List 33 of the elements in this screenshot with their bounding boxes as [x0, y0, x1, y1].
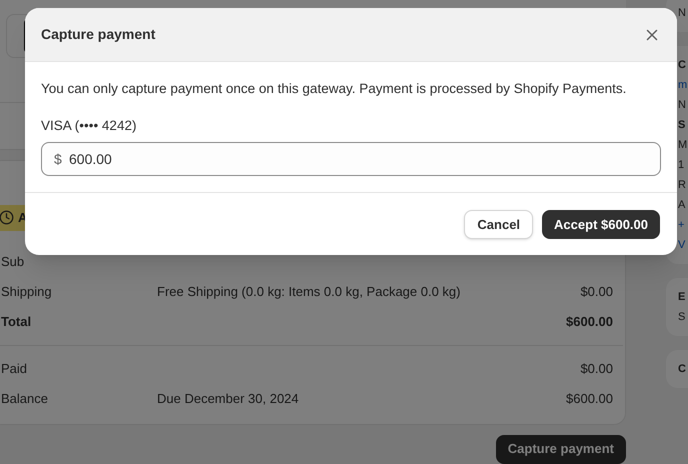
side-card-text: C [678, 58, 687, 73]
side-card-text: N [678, 98, 687, 113]
summary-label: Total [1, 312, 32, 331]
side-card-text: E [678, 290, 686, 305]
clock-icon [0, 210, 14, 226]
side-card-text: 1 [678, 158, 686, 173]
summary-label: Sub [1, 252, 26, 271]
accept-button[interactable]: Accept $600.00 [542, 210, 660, 239]
summary-amount: $0.00 [580, 282, 613, 301]
currency-symbol: $ [54, 150, 62, 168]
payment-amount: $600.00 [566, 390, 613, 408]
side-card-text: V [678, 238, 686, 253]
capture-payment-button[interactable]: Capture payment [496, 434, 626, 464]
side-card-text: R [678, 178, 687, 193]
card-label: VISA (•••• 4242) [41, 117, 138, 135]
side-card-text: S [678, 310, 686, 325]
side-card-text: M [678, 138, 688, 153]
dialog-message: You can only capture payment once on this gateway. Payment is processed by Shopify Payments. [41, 80, 628, 98]
side-card-text: + [678, 218, 686, 233]
side-card-text: A [678, 198, 686, 213]
payment-detail: Due December 30, 2024 [157, 390, 299, 406]
summary-amount: $600.00 [566, 312, 613, 331]
dialog-title: Capture payment [41, 25, 156, 44]
payment-amount: $0.00 [580, 360, 613, 378]
payment-label: Balance [1, 390, 49, 408]
summary-detail: Free Shipping (0.0 kg: Items 0.0 kg, Package 0.0 kg) [157, 282, 462, 301]
side-card-text: N [678, 6, 687, 21]
side-card-text: m [678, 78, 688, 93]
cancel-button[interactable]: Cancel [464, 210, 534, 239]
payment-label: Paid [1, 360, 28, 378]
side-card-text: C [678, 362, 687, 377]
summary-label: Shipping [1, 282, 53, 301]
side-card-text: S [678, 118, 686, 133]
